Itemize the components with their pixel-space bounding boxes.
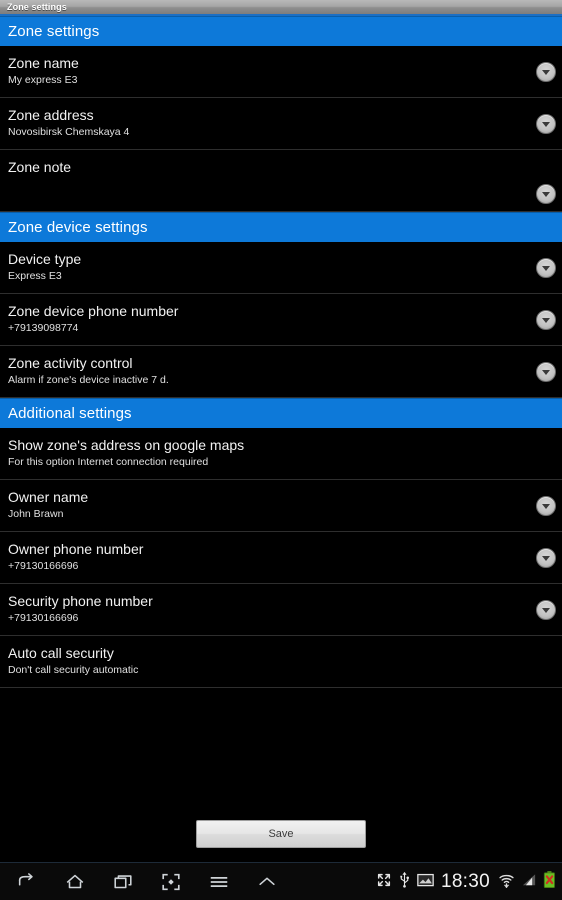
chevron-down-icon[interactable] bbox=[536, 257, 556, 278]
wifi-icon bbox=[498, 872, 515, 893]
settings-row-title: Auto call security bbox=[8, 645, 114, 661]
settings-row-text: Auto call security Don't call security au… bbox=[8, 645, 138, 678]
settings-row-text: Zone address Novosibirsk Chemskaya 4 bbox=[8, 107, 129, 140]
settings-row-title: Device type bbox=[8, 251, 82, 267]
settings-row[interactable]: Zone activity control Alarm if zone's dev… bbox=[0, 346, 562, 398]
settings-row[interactable]: Owner name John Brawn bbox=[0, 480, 562, 532]
chevron-down-icon[interactable] bbox=[536, 495, 556, 516]
section-header-label: Zone device settings bbox=[8, 219, 148, 236]
settings-row-value: Express E3 bbox=[8, 270, 62, 282]
settings-list[interactable]: Zone settings Zone name My express E3 Zone … bbox=[0, 16, 562, 862]
section-header-label: Zone settings bbox=[8, 23, 100, 40]
settings-row-value: +79130166696 bbox=[8, 612, 79, 624]
settings-row-text: Zone device phone number +79139098774 bbox=[8, 303, 178, 336]
settings-row-title: Owner name bbox=[8, 489, 89, 505]
content-spacer bbox=[0, 688, 562, 820]
settings-row-value: Alarm if zone's device inactive 7 d. bbox=[8, 374, 169, 386]
section-header: Zone settings bbox=[0, 16, 562, 46]
chevron-down-icon[interactable] bbox=[536, 309, 556, 330]
settings-row-title: Zone activity control bbox=[8, 355, 133, 371]
nav-buttons-group bbox=[0, 871, 278, 893]
screenshot-icon[interactable] bbox=[160, 871, 182, 893]
window-title: Zone settings bbox=[7, 2, 67, 12]
settings-row[interactable]: Zone name My express E3 bbox=[0, 46, 562, 98]
section-header-label: Additional settings bbox=[8, 405, 132, 422]
settings-row-text: Owner phone number +79130166696 bbox=[8, 541, 143, 574]
settings-row-title: Security phone number bbox=[8, 593, 153, 609]
settings-row-text: Zone note bbox=[8, 159, 71, 176]
settings-row-value: Novosibirsk Chemskaya 4 bbox=[8, 126, 130, 138]
chevron-down-icon[interactable] bbox=[536, 547, 556, 568]
settings-row[interactable]: Zone note bbox=[0, 150, 562, 212]
fullscreen-expand-icon[interactable] bbox=[376, 872, 392, 893]
recents-icon[interactable] bbox=[112, 871, 134, 893]
section-header: Additional settings bbox=[0, 398, 562, 428]
chevron-down-icon[interactable] bbox=[536, 113, 556, 134]
app-screen: Zone settings Zone settings Zone name My e… bbox=[0, 0, 562, 900]
section-header: Zone device settings bbox=[0, 212, 562, 242]
settings-row-value: My express E3 bbox=[8, 74, 78, 86]
home-icon[interactable] bbox=[64, 871, 86, 893]
settings-row-value: For this option Internet connection requ… bbox=[8, 456, 209, 468]
settings-row-text: Show zone's address on google maps For th… bbox=[8, 437, 244, 470]
system-navigation-bar: 18:30 bbox=[0, 862, 562, 900]
settings-row[interactable]: Owner phone number +79130166696 bbox=[0, 532, 562, 584]
settings-row-title: Zone note bbox=[8, 159, 72, 175]
settings-row[interactable]: Security phone number +79130166696 bbox=[0, 584, 562, 636]
settings-row-value: +79130166696 bbox=[8, 560, 79, 572]
picture-icon bbox=[417, 873, 434, 892]
settings-row-title: Zone name bbox=[8, 55, 79, 71]
settings-row-text: Device type Express E3 bbox=[8, 251, 81, 284]
settings-row-text: Security phone number +79130166696 bbox=[8, 593, 153, 626]
settings-row-value: +79139098774 bbox=[8, 322, 79, 334]
signal-icon bbox=[521, 873, 537, 892]
settings-row-text: Owner name John Brawn bbox=[8, 489, 88, 522]
settings-row-value: Don't call security automatic bbox=[8, 664, 139, 676]
chevron-down-icon[interactable] bbox=[536, 361, 556, 382]
chevron-up-icon[interactable] bbox=[256, 871, 278, 893]
settings-row[interactable]: Zone address Novosibirsk Chemskaya 4 bbox=[0, 98, 562, 150]
menu-icon[interactable] bbox=[208, 871, 230, 893]
settings-row-title: Zone device phone number bbox=[8, 303, 179, 319]
back-icon[interactable] bbox=[16, 871, 38, 893]
window-titlebar: Zone settings bbox=[0, 0, 562, 16]
settings-row-title: Show zone's address on google maps bbox=[8, 437, 245, 453]
settings-row-value: John Brawn bbox=[8, 508, 64, 520]
settings-row[interactable]: Zone device phone number +79139098774 bbox=[0, 294, 562, 346]
status-bar-icons: 18:30 bbox=[376, 863, 556, 900]
settings-row[interactable]: Show zone's address on google maps For th… bbox=[0, 428, 562, 480]
settings-row[interactable]: Auto call security Don't call security au… bbox=[0, 636, 562, 688]
status-clock: 18:30 bbox=[440, 871, 490, 892]
save-button[interactable]: Save bbox=[196, 820, 366, 848]
settings-row[interactable]: Device type Express E3 bbox=[0, 242, 562, 294]
chevron-down-icon[interactable] bbox=[536, 599, 556, 620]
battery-error-icon bbox=[543, 871, 556, 893]
chevron-down-icon[interactable] bbox=[536, 61, 556, 82]
settings-row-text: Zone activity control Alarm if zone's dev… bbox=[8, 355, 169, 388]
settings-row-title: Zone address bbox=[8, 107, 94, 123]
chevron-down-icon[interactable] bbox=[536, 184, 556, 204]
settings-row-text: Zone name My express E3 bbox=[8, 55, 79, 88]
usb-icon bbox=[398, 871, 411, 893]
settings-row-title: Owner phone number bbox=[8, 541, 144, 557]
save-button-container: Save bbox=[0, 820, 562, 862]
